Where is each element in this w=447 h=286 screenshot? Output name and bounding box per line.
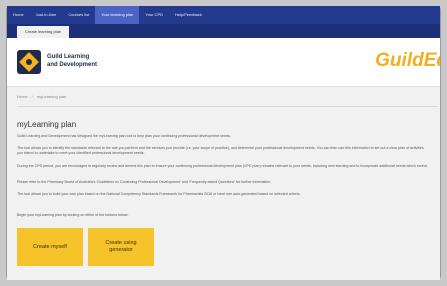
- guidelines-paragraph: Please refer to the Pharmacy Board of Au…: [17, 180, 272, 184]
- nav-home[interactable]: Home: [7, 6, 30, 24]
- framework-paragraph: The tool allows you to build your own pl…: [17, 192, 301, 196]
- top-navigation: Home Just-in-time Courses list Your lear…: [7, 6, 440, 24]
- breadcrumb-current: myLearning plan: [36, 94, 67, 99]
- tool-description-paragraph: The tool allows you to identify the stan…: [17, 146, 424, 155]
- logo-line-2: and Development: [47, 62, 98, 68]
- nav-your-learning-plan[interactable]: Your learning plan: [95, 6, 140, 24]
- create-using-generator-button[interactable]: Create using generator: [88, 228, 154, 266]
- logo-text: Guild Learning and Development: [47, 53, 97, 69]
- nav-help-feedback[interactable]: Help/Feedback: [169, 6, 208, 24]
- breadcrumb-separator: /: [31, 94, 33, 99]
- nav-your-cpd[interactable]: Your CPD: [139, 6, 169, 24]
- logo-line-1: Guild Learning: [47, 54, 90, 60]
- breadcrumb-home[interactable]: Home: [17, 94, 28, 99]
- browser-screen: Home Just-in-time Courses list Your lear…: [7, 6, 440, 280]
- page-title: myLearning plan: [17, 120, 77, 129]
- breadcrumb: Home / myLearning plan: [17, 94, 66, 99]
- cpd-period-paragraph: During the CPD period, you are encourage…: [17, 164, 429, 168]
- guild-logo-icon[interactable]: [17, 50, 41, 74]
- nav-just-in-time[interactable]: Just-in-time: [30, 6, 63, 24]
- guilded-brand[interactable]: GuildEd: [375, 50, 440, 72]
- tab-create-learning-plan[interactable]: Create learning plan: [17, 26, 70, 38]
- create-myself-button[interactable]: Create myself: [17, 228, 83, 266]
- site-header: Guild Learning and Development GuildEd: [7, 38, 440, 87]
- begin-instruction: Begin your myLearning plan by clicking o…: [17, 213, 129, 217]
- sub-navigation: Create learning plan: [7, 24, 440, 38]
- content-divider: [17, 106, 437, 107]
- intro-paragraph: Guild Learning and Development has desig…: [17, 134, 231, 138]
- nav-courses-list[interactable]: Courses list: [62, 6, 95, 24]
- logo-center-dot: [26, 59, 32, 65]
